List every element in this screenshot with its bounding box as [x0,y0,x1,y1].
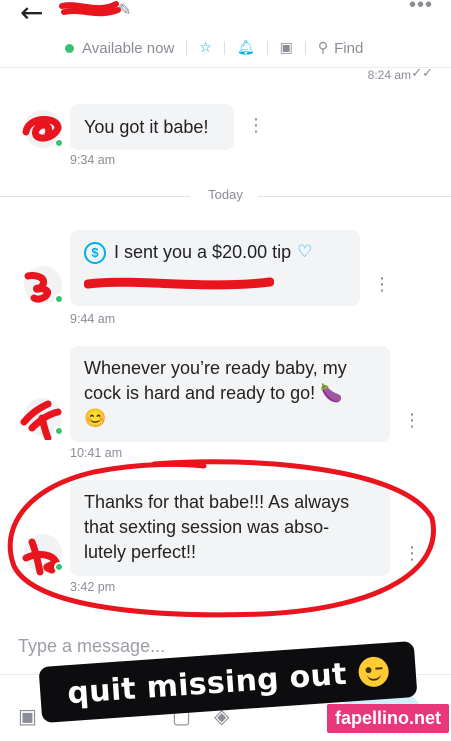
message-line: 😊 [84,408,107,428]
online-indicator [54,294,64,304]
find-button[interactable]: ⚲ Find [318,40,363,57]
separator [223,41,225,55]
tip-message-bubble: $ I sent you a $20.00 tip ♡ [70,230,360,306]
heart-icon: ♡ [297,242,313,262]
dollar-coin-icon: $ [84,241,106,264]
edit-icon[interactable]: ✎ [118,0,131,19]
read-receipt-icon: ✓✓ [411,66,433,81]
message-time: 9:34 am [70,153,116,167]
avatar[interactable] [20,398,64,440]
winking-face-emoji-icon [357,655,390,688]
back-arrow-icon[interactable]: ← [20,0,43,29]
star-icon[interactable]: ☆ [199,40,212,56]
message-line: cock is hard and ready to go! 🍆 [84,383,343,403]
redacted-tip-note [84,277,274,290]
avatar[interactable] [24,266,64,304]
redacted-username [59,1,121,17]
chat-header: ← ✎ ••• Available now ☆ 🔔︎ ▣ ⚲ Find [0,0,451,68]
online-status-dot [65,43,74,53]
find-label: Find [334,39,364,57]
search-icon: ⚲ [317,40,329,56]
message-text: You got it babe! [84,117,209,137]
status-row: Available now ☆ 🔔︎ ▣ ⚲ Find [0,36,451,60]
separator [266,41,268,55]
avatar[interactable] [22,110,64,148]
message-options-icon[interactable]: ⋮ [403,412,421,430]
message-bubble: You got it babe! [70,104,234,150]
image-upload-icon[interactable]: ▣ [18,704,37,728]
divider-line [258,196,451,197]
separator [304,41,306,55]
message-options-icon[interactable]: ⋮ [247,117,265,135]
tip-text: I sent you a $20.00 tip [114,242,292,262]
date-divider: Today [0,187,451,202]
image-icon[interactable]: ▣ [280,40,293,56]
availability-status: Available now [82,39,175,57]
message-options-icon[interactable]: ⋮ [373,276,391,294]
watermark: fapellino.net [326,704,449,733]
message-line: Whenever you’re ready baby, my [84,358,347,378]
online-indicator [54,138,64,148]
online-indicator [54,426,64,436]
date-label: Today [208,187,243,202]
separator [186,41,188,55]
red-circle-annotation [7,459,436,618]
more-icon[interactable]: ••• [409,0,433,17]
tip-row: $ I sent you a $20.00 tip ♡ [84,240,346,265]
sticker-text: quit missing out [66,656,348,711]
message-time: 8:24 am [367,68,411,82]
bell-icon[interactable]: 🔔︎ [237,40,255,56]
message-time: 9:44 am [70,312,116,326]
message-bubble: Whenever you’re ready baby, my cock is h… [70,346,390,442]
